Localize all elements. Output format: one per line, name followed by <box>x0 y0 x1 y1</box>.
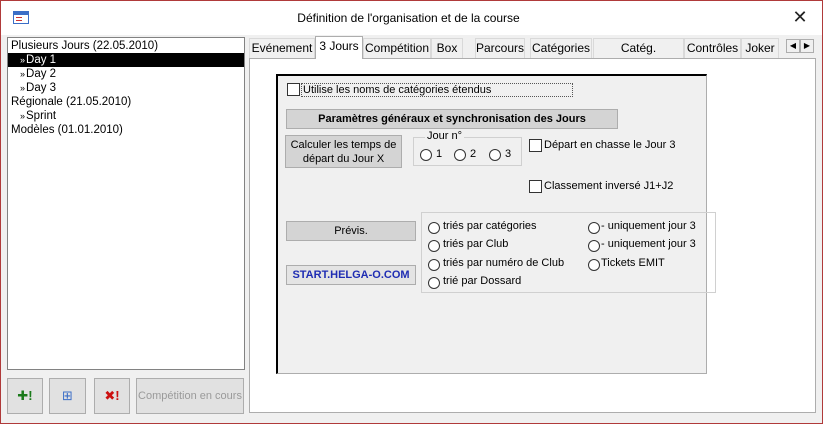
tree-item-label: Sprint <box>26 110 57 122</box>
jour-2-radio[interactable] <box>454 149 466 161</box>
reverse-ranking-checkbox[interactable] <box>529 180 542 193</box>
sort-by-club-number-radio[interactable] <box>428 259 440 271</box>
window-title: Définition de l'organisation et de la co… <box>297 11 520 25</box>
tree-item-sprint[interactable]: »Sprint <box>8 109 244 123</box>
only-day3-radio-1[interactable] <box>588 222 600 234</box>
only-day3-radio-2[interactable] <box>588 240 600 252</box>
delete-icon: ✖! <box>104 388 120 403</box>
tree-item-label: Day 1 <box>26 54 57 66</box>
jour-1-label: 1 <box>436 148 443 160</box>
chase-start-checkbox[interactable] <box>529 139 542 152</box>
tab-evenement[interactable]: Evénement <box>249 38 315 58</box>
jour-2-label: 2 <box>470 148 477 160</box>
use-long-names-label: Utilise les noms de catégories étendus <box>301 83 573 97</box>
new-window-icon: ⊞ <box>62 388 73 403</box>
tree-item-label: Modèles (01.01.2010) <box>11 124 123 136</box>
tree-item-label: Régionale (21.05.2010) <box>11 96 132 108</box>
jour-group-label: Jour n° <box>425 130 464 142</box>
jour-3-radio[interactable] <box>489 149 501 161</box>
tree-item-label: Day 3 <box>26 82 57 94</box>
tree-item-regionale[interactable]: Régionale (21.05.2010) <box>8 95 244 109</box>
form-area: Utilise les noms de catégories étendus P… <box>276 74 716 374</box>
tree-item-modeles[interactable]: Modèles (01.01.2010) <box>8 123 244 137</box>
tickets-emit-radio[interactable] <box>588 259 600 271</box>
only-day3-label-2: - uniquement jour 3 <box>601 238 696 250</box>
tree-item-plusieurs-jours[interactable]: Plusieurs Jours (22.05.2010) <box>8 39 244 53</box>
sort-by-bib-label: trié par Dossard <box>443 275 522 287</box>
calculate-start-times-button[interactable]: Calculer les temps de départ du Jour X <box>285 135 402 168</box>
tab-competition[interactable]: Compétition <box>363 38 431 58</box>
add-icon: ✚! <box>17 388 33 403</box>
tab-3-jours[interactable]: 3 Jours <box>315 36 363 59</box>
tab-categ-speciales[interactable]: Catég. Spéciales <box>593 38 684 74</box>
tab-scroll-right-icon[interactable]: ▶ <box>800 39 814 53</box>
tab-scroll-left-icon[interactable]: ◀ <box>786 39 800 53</box>
jour-1-radio[interactable] <box>420 149 432 161</box>
sort-by-category-radio[interactable] <box>428 222 440 234</box>
tab-box[interactable]: Box <box>431 38 463 58</box>
sort-by-club-label: triés par Club <box>443 238 509 250</box>
add-competition-button[interactable]: ✚! <box>7 378 43 414</box>
current-competition-button[interactable]: Compétition en cours <box>136 378 244 414</box>
only-day3-label-1: - uniquement jour 3 <box>601 220 696 232</box>
tab-joker[interactable]: Joker <box>741 38 779 58</box>
tab-controles[interactable]: Contrôles <box>684 38 741 58</box>
sort-by-club-radio[interactable] <box>428 240 440 252</box>
tab-panel-3-jours: Utilise les noms de catégories étendus P… <box>249 58 816 413</box>
sort-by-category-label: triés par catégories <box>443 220 537 232</box>
chase-start-label: Départ en chasse le Jour 3 <box>544 139 676 151</box>
main-window: Définition de l'organisation et de la co… <box>0 0 823 424</box>
tab-parcours[interactable]: Parcours <box>475 38 525 58</box>
previs-button[interactable]: Prévis. <box>286 221 416 241</box>
close-icon[interactable]: ✕ <box>787 7 813 29</box>
delete-competition-button[interactable]: ✖! <box>94 378 130 414</box>
reverse-ranking-label: Classement inversé J1+J2 <box>544 180 674 192</box>
calc-button-line2: départ du Jour X <box>302 153 385 165</box>
tab-categories[interactable]: Catégories <box>530 38 592 58</box>
title-bar: Définition de l'organisation et de la co… <box>1 1 822 35</box>
start-helga-button[interactable]: START.HELGA-O.COM <box>286 265 416 285</box>
params-sync-button[interactable]: Paramètres généraux et synchronisation d… <box>286 109 618 129</box>
tree-item-label: Plusieurs Jours (22.05.2010) <box>11 40 159 52</box>
tree-item-day-1[interactable]: »Day 1 <box>8 53 244 67</box>
chevron-right-icon: » <box>20 111 26 121</box>
calc-button-line1: Calculer les temps de <box>290 139 397 151</box>
jour-3-label: 3 <box>505 148 512 160</box>
chevron-right-icon: » <box>20 55 26 65</box>
tree-item-label: Day 2 <box>26 68 57 80</box>
new-competition-button[interactable]: ⊞ <box>49 378 86 414</box>
tickets-emit-label: Tickets EMIT <box>601 257 665 269</box>
chevron-right-icon: » <box>20 69 26 79</box>
tab-strip: Evénement 3 Jours Compétition Box Parcou… <box>249 36 816 74</box>
sort-by-bib-radio[interactable] <box>428 277 440 289</box>
tree-item-day-3[interactable]: »Day 3 <box>8 81 244 95</box>
competition-tree[interactable]: Plusieurs Jours (22.05.2010) »Day 1 »Day… <box>7 37 245 370</box>
sort-by-club-number-label: triés par numéro de Club <box>443 257 565 269</box>
tree-item-day-2[interactable]: »Day 2 <box>8 67 244 81</box>
use-long-names-checkbox[interactable] <box>287 83 300 96</box>
chevron-right-icon: » <box>20 83 26 93</box>
